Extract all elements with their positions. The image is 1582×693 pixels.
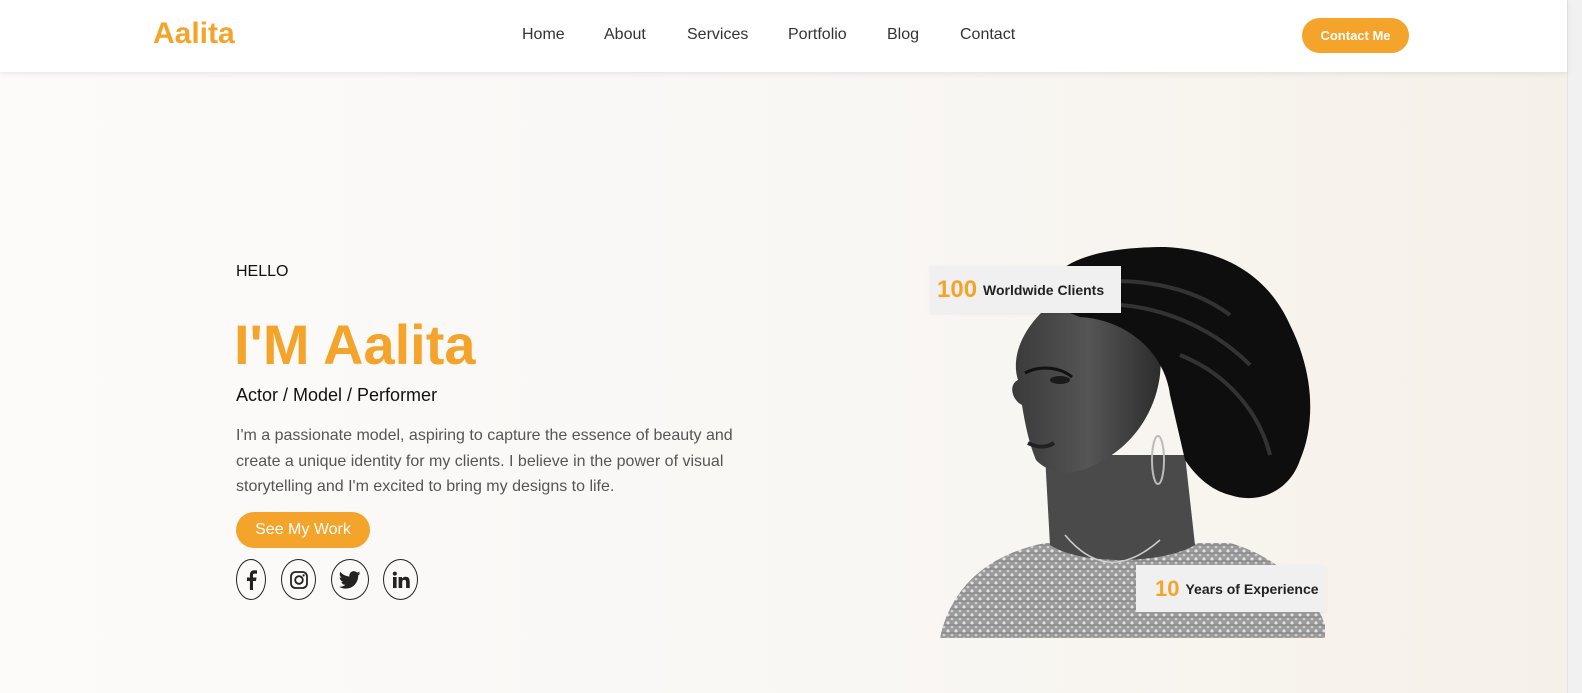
hero-title: I'M Aalita <box>234 313 476 376</box>
stat-card-clients: 100 Worldwide Clients <box>930 266 1121 313</box>
twitter-link[interactable] <box>331 559 369 600</box>
nav-item-portfolio[interactable]: Portfolio <box>788 26 847 44</box>
facebook-icon <box>247 569 257 590</box>
nav-item-services[interactable]: Services <box>687 26 748 44</box>
page-scrollbar[interactable] <box>1567 0 1582 693</box>
hero-subtitle: Actor / Model / Performer <box>236 385 438 405</box>
stat-label: Worldwide Clients <box>983 281 1105 298</box>
linkedin-icon <box>392 571 410 588</box>
instagram-icon <box>289 570 308 589</box>
nav-item-blog[interactable]: Blog <box>887 26 919 44</box>
nav-item-contact[interactable]: Contact <box>960 26 1015 44</box>
facebook-link[interactable] <box>236 559 266 600</box>
see-my-work-button[interactable]: See My Work <box>236 512 370 548</box>
hero-description: I'm a passionate model, aspiring to capt… <box>236 427 733 495</box>
site-header: Aalita Home About Services Portfolio Blo… <box>0 0 1567 72</box>
twitter-icon <box>339 570 361 589</box>
nav-item-about[interactable]: About <box>604 26 646 44</box>
stat-label: Years of Experience <box>1185 580 1319 597</box>
stat-number: 100 <box>937 275 978 303</box>
hero-greeting: HELLO <box>236 263 289 280</box>
instagram-link[interactable] <box>281 559 316 600</box>
stat-number: 10 <box>1155 575 1180 601</box>
contact-me-button[interactable]: Contact Me <box>1302 18 1409 53</box>
stat-card-experience: 10 Years of Experience <box>1136 565 1326 612</box>
hero-section <box>0 72 1567 693</box>
nav-item-home[interactable]: Home <box>522 26 565 44</box>
linkedin-link[interactable] <box>383 559 418 600</box>
